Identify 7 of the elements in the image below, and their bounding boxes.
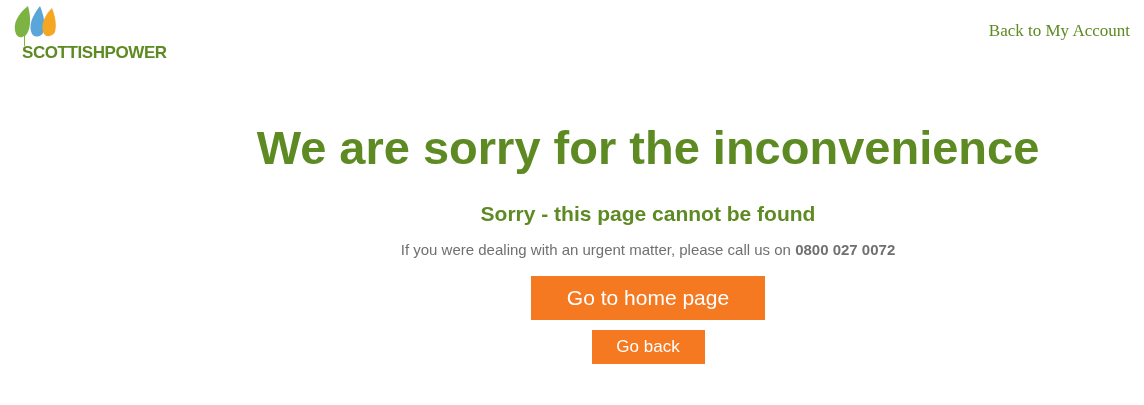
urgent-message: If you were dealing with an urgent matter, please call us on 0800 027 0072 <box>400 240 896 261</box>
back-to-account-link[interactable]: Back to My Account <box>988 18 1130 44</box>
home-page-button[interactable]: Go to home page <box>531 275 765 320</box>
page-subtitle: Sorry - this page cannot be found <box>480 200 816 227</box>
logo-text: SCOTTISHPOWER <box>22 44 167 61</box>
go-back-button[interactable]: Go back <box>591 329 705 364</box>
page-title: We are sorry for the inconvenience <box>256 120 1040 176</box>
